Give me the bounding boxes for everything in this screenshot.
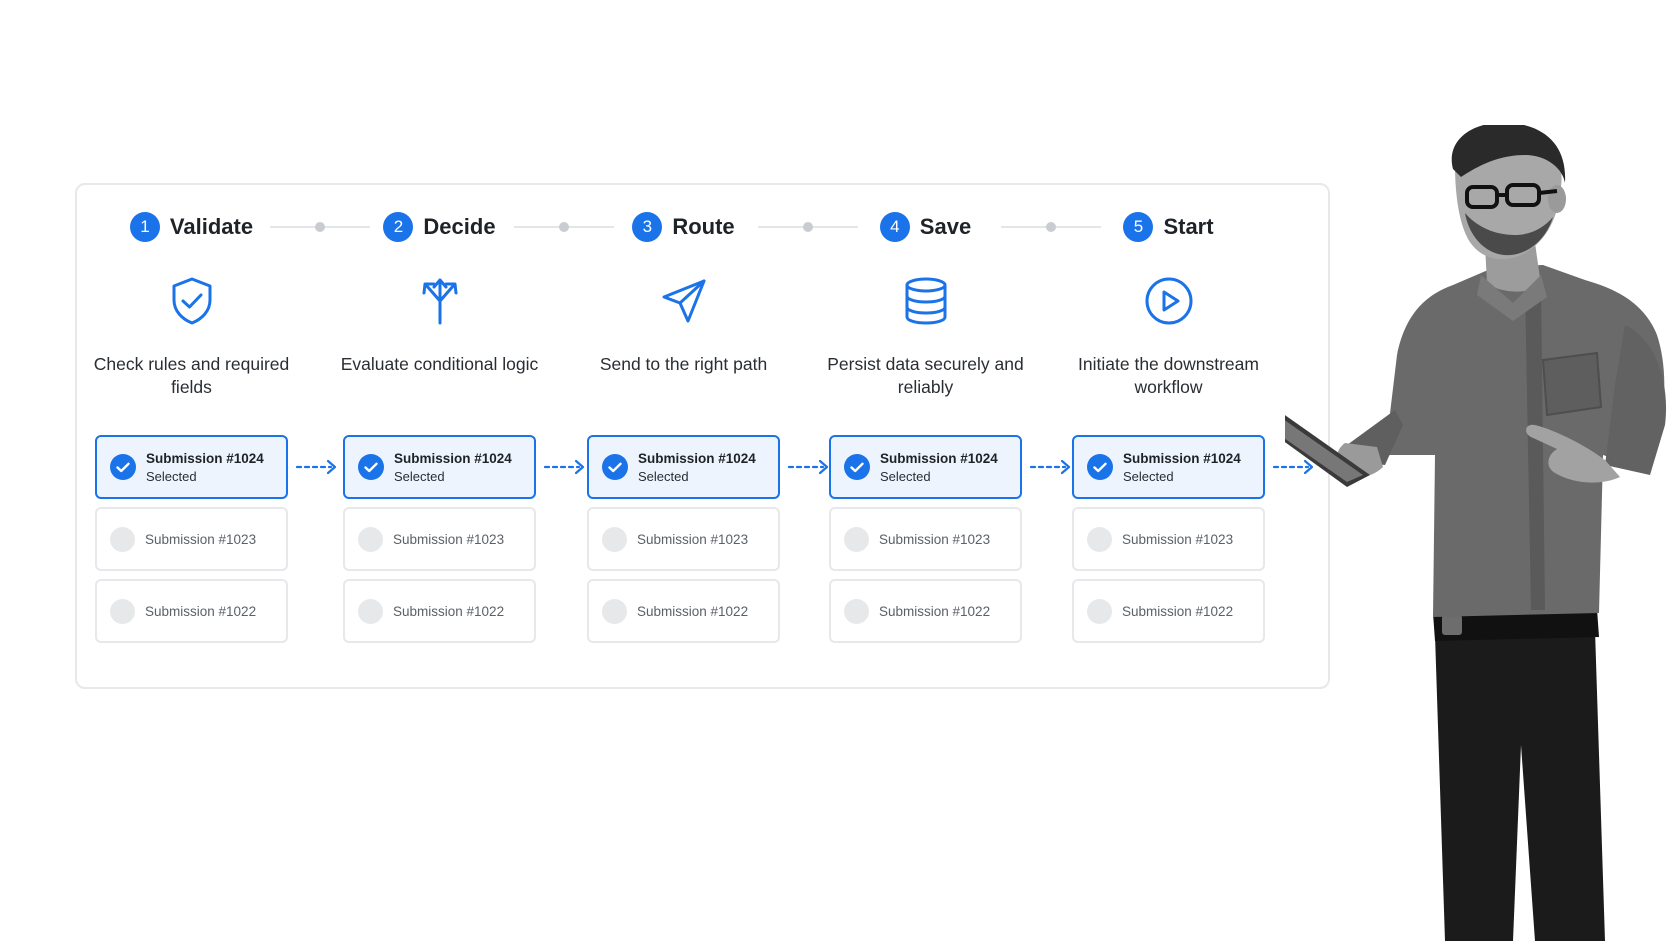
connector-dot: [559, 222, 569, 232]
step-title: Validate: [169, 214, 254, 239]
submission-label: Submission #1022: [1122, 603, 1234, 619]
submission-label: Submission #1024: [880, 450, 998, 466]
radio-icon: [358, 598, 383, 624]
step-header: 2 Decide: [343, 212, 536, 242]
submission-label: Submission #1022: [879, 603, 991, 619]
person-with-tablet-icon: [1285, 125, 1667, 941]
connector-dot: [315, 222, 325, 232]
checkmark-icon: [358, 454, 384, 480]
submission-card-selected[interactable]: Submission #1024 Selected: [829, 435, 1022, 499]
submission-card-selected[interactable]: Submission #1024 Selected: [95, 435, 288, 499]
submission-card[interactable]: Submission #1023: [343, 507, 536, 571]
submission-label: Submission #1023: [637, 531, 749, 547]
radio-icon: [844, 526, 869, 552]
radio-icon: [110, 526, 135, 552]
submission-label: Submission #1024: [146, 450, 264, 466]
radio-icon: [358, 526, 383, 552]
submission-status: Selected: [146, 468, 197, 484]
step-header: 5 Start: [1072, 212, 1265, 242]
submission-card[interactable]: Submission #1022: [1072, 579, 1265, 643]
checkmark-icon: [110, 454, 136, 480]
step-number-badge: 5: [1123, 212, 1154, 242]
step-header: 3 Route: [587, 212, 780, 242]
submission-card[interactable]: Submission #1023: [1072, 507, 1265, 571]
submission-card[interactable]: Submission #1022: [343, 579, 536, 643]
dashed-arrow-icon: [787, 459, 829, 475]
submission-label: Submission #1023: [879, 531, 991, 547]
step-header: 1 Validate: [95, 212, 288, 242]
submission-label: Submission #1024: [638, 450, 756, 466]
connector-dot: [803, 222, 813, 232]
checkmark-icon: [1087, 454, 1113, 480]
step-description: Check rules and required fields: [93, 354, 290, 397]
step-number-badge: 2: [383, 212, 414, 242]
submission-label: Submission #1022: [145, 603, 257, 619]
submission-label: Submission #1024: [394, 450, 512, 466]
dashed-arrow-icon: [543, 459, 585, 475]
radio-icon: [602, 598, 627, 624]
radio-icon: [602, 526, 627, 552]
dashed-arrow-icon: [1029, 459, 1071, 475]
radio-icon: [1087, 526, 1112, 552]
submission-card-selected[interactable]: Submission #1024 Selected: [1072, 435, 1265, 499]
submission-label: Submission #1024: [1123, 450, 1241, 466]
step-description: Persist data securely and reliably: [827, 354, 1024, 397]
step-header: 4 Save: [829, 212, 1022, 242]
step-description: Send to the right path: [599, 354, 768, 374]
submission-label: Submission #1023: [145, 531, 257, 547]
paper-plane-icon: [658, 275, 710, 327]
database-icon: [900, 275, 952, 327]
split-arrows-icon: [414, 275, 466, 327]
submission-card[interactable]: Submission #1022: [587, 579, 780, 643]
connector-dot: [1046, 222, 1056, 232]
step-title: Route: [672, 214, 735, 239]
checkmark-icon: [844, 454, 870, 480]
workflow-panel: 1 Validate Check rules and required fiel…: [75, 183, 1330, 689]
radio-icon: [844, 598, 869, 624]
submission-status: Selected: [880, 468, 931, 484]
shield-check-icon: [166, 275, 218, 327]
step-title: Decide: [423, 214, 496, 239]
step-number-badge: 4: [879, 212, 910, 242]
play-circle-icon: [1143, 275, 1195, 327]
submission-card[interactable]: Submission #1023: [95, 507, 288, 571]
checkmark-icon: [602, 454, 628, 480]
submission-card[interactable]: Submission #1023: [587, 507, 780, 571]
submission-card[interactable]: Submission #1022: [829, 579, 1022, 643]
submission-status: Selected: [394, 468, 445, 484]
step-number-badge: 1: [129, 212, 160, 242]
submission-status: Selected: [1123, 468, 1174, 484]
submission-label: Submission #1023: [393, 531, 505, 547]
submission-status: Selected: [638, 468, 689, 484]
step-title: Start: [1163, 214, 1214, 239]
submission-card[interactable]: Submission #1022: [95, 579, 288, 643]
step-description: Evaluate conditional logic: [340, 354, 539, 374]
radio-icon: [110, 598, 135, 624]
submission-card-selected[interactable]: Submission #1024 Selected: [343, 435, 536, 499]
dashed-arrow-icon: [295, 459, 337, 475]
submission-label: Submission #1023: [1122, 531, 1234, 547]
step-number-badge: 3: [632, 212, 663, 242]
step-description: Initiate the downstream workflow: [1078, 354, 1259, 397]
submission-label: Submission #1022: [637, 603, 749, 619]
step-title: Save: [919, 214, 972, 239]
submission-card[interactable]: Submission #1023: [829, 507, 1022, 571]
submission-label: Submission #1022: [393, 603, 505, 619]
submission-card-selected[interactable]: Submission #1024 Selected: [587, 435, 780, 499]
radio-icon: [1087, 598, 1112, 624]
